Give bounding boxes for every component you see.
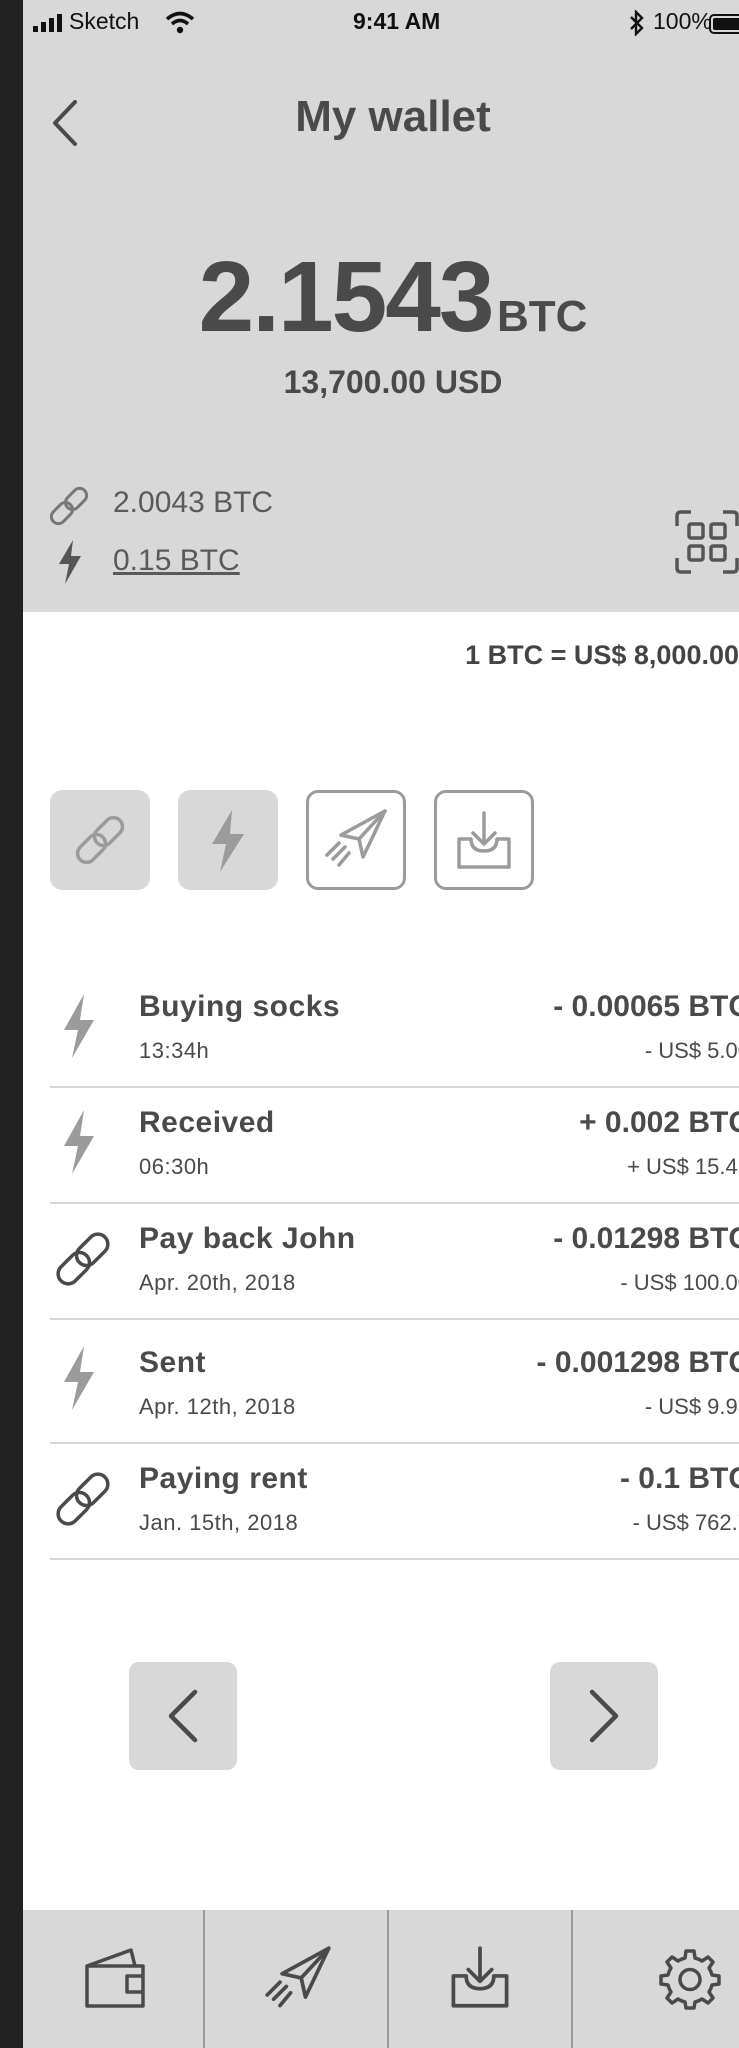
carrier-label: Sketch bbox=[69, 8, 140, 34]
tab-receive[interactable] bbox=[389, 1910, 571, 2048]
transaction-time: Jan. 15th, 2018 bbox=[139, 1510, 299, 1535]
transaction-list: Buying socks 13:34h - 0.00065 BTC - US$ … bbox=[23, 970, 739, 1560]
tab-settings[interactable] bbox=[573, 1910, 739, 2048]
transaction-usd: + US$ 15.42 bbox=[627, 1154, 739, 1179]
chevron-right-icon bbox=[589, 1689, 619, 1743]
lightning-icon bbox=[212, 810, 244, 872]
battery-icon bbox=[709, 14, 739, 34]
balance-display: 2.1543 BTC bbox=[23, 240, 739, 355]
transaction-row[interactable]: Pay back John Apr. 20th, 2018 - 0.01298 … bbox=[50, 1202, 739, 1320]
send-button[interactable] bbox=[306, 790, 406, 890]
transaction-usd: - US$ 762.7 bbox=[632, 1510, 739, 1535]
transaction-title: Sent bbox=[139, 1346, 207, 1379]
transaction-usd: - US$ 100.00 bbox=[620, 1270, 739, 1295]
onchain-balance: 2.0043 BTC bbox=[113, 486, 274, 519]
wifi-icon bbox=[165, 11, 195, 34]
exchange-rate-label: 1 BTC = US$ 8,000.00 bbox=[465, 640, 739, 670]
transaction-title: Buying socks bbox=[139, 990, 341, 1023]
transaction-amount: - 0.1 BTC bbox=[619, 1462, 739, 1495]
lightning-icon bbox=[59, 540, 81, 584]
transaction-time: Apr. 20th, 2018 bbox=[139, 1270, 296, 1295]
link-icon bbox=[49, 486, 89, 526]
tab-send[interactable] bbox=[205, 1910, 387, 2048]
send-icon bbox=[265, 1946, 331, 2008]
balance-value: 2.1543 bbox=[198, 241, 495, 353]
lightning-icon bbox=[64, 1346, 94, 1410]
tab-wallet[interactable] bbox=[23, 1910, 203, 2048]
transaction-row[interactable]: Buying socks 13:34h - 0.00065 BTC - US$ … bbox=[50, 970, 739, 1088]
transaction-amount: - 0.00065 BTC bbox=[553, 990, 739, 1023]
link-icon bbox=[56, 1232, 110, 1286]
transaction-usd: - US$ 5.00 bbox=[644, 1038, 739, 1063]
transaction-title: Received bbox=[139, 1106, 275, 1139]
transaction-usd: - US$ 9.98 bbox=[644, 1394, 739, 1419]
exchange-rate: 1 BTC = US$ 8,000.00 bbox=[23, 640, 739, 671]
transaction-title: Paying rent bbox=[139, 1462, 308, 1495]
lightning-filter-button[interactable] bbox=[178, 790, 278, 890]
chevron-left-icon bbox=[168, 1689, 198, 1743]
lightning-balance-link[interactable]: 0.15 BTC bbox=[113, 544, 240, 578]
onchain-filter-button[interactable] bbox=[50, 790, 150, 890]
page-title: My wallet bbox=[295, 92, 491, 141]
status-bar: Sketch 9:41 AM 100% bbox=[33, 8, 739, 38]
wallet-icon bbox=[85, 1948, 145, 2008]
transaction-time: 06:30h bbox=[139, 1154, 210, 1179]
receive-icon bbox=[457, 811, 511, 869]
lightning-icon bbox=[64, 994, 94, 1058]
transaction-time: Apr. 12th, 2018 bbox=[139, 1394, 296, 1419]
transaction-title: Pay back John bbox=[139, 1222, 356, 1255]
transaction-time: 13:34h bbox=[139, 1038, 210, 1063]
signal-icon bbox=[33, 14, 62, 32]
battery-label: 100% bbox=[653, 8, 712, 34]
receive-icon bbox=[451, 1946, 509, 2008]
clock-label: 9:41 AM bbox=[353, 8, 441, 34]
receive-button[interactable] bbox=[434, 790, 534, 890]
transaction-amount: + 0.002 BTC bbox=[579, 1106, 739, 1139]
previous-page-button[interactable] bbox=[129, 1662, 237, 1770]
gear-icon bbox=[659, 1949, 721, 2010]
transaction-amount: - 0.001298 BTC bbox=[536, 1346, 739, 1379]
balance-usd: 13,700.00 USD bbox=[283, 364, 503, 400]
transaction-row[interactable]: Received 06:30h + 0.002 BTC + US$ 15.42 bbox=[50, 1086, 739, 1204]
transaction-amount: - 0.01298 BTC bbox=[553, 1222, 739, 1255]
link-icon bbox=[56, 1472, 110, 1526]
qr-code-icon[interactable] bbox=[675, 510, 739, 574]
link-icon bbox=[75, 815, 125, 865]
transaction-row[interactable]: Sent Apr. 12th, 2018 - 0.001298 BTC - US… bbox=[50, 1318, 739, 1444]
wallet-header: Sketch 9:41 AM 100% My wallet 2.1543 BTC… bbox=[23, 0, 739, 612]
tab-bar bbox=[23, 1910, 739, 2048]
transaction-row[interactable]: Paying rent Jan. 15th, 2018 - 0.1 BTC - … bbox=[50, 1442, 739, 1560]
lightning-icon bbox=[64, 1110, 94, 1174]
bluetooth-icon bbox=[630, 10, 644, 36]
next-page-button[interactable] bbox=[550, 1662, 658, 1770]
wallet-screen: Sketch 9:41 AM 100% My wallet 2.1543 BTC… bbox=[23, 0, 739, 2048]
send-icon bbox=[325, 809, 387, 867]
balance-unit: BTC bbox=[496, 292, 588, 341]
